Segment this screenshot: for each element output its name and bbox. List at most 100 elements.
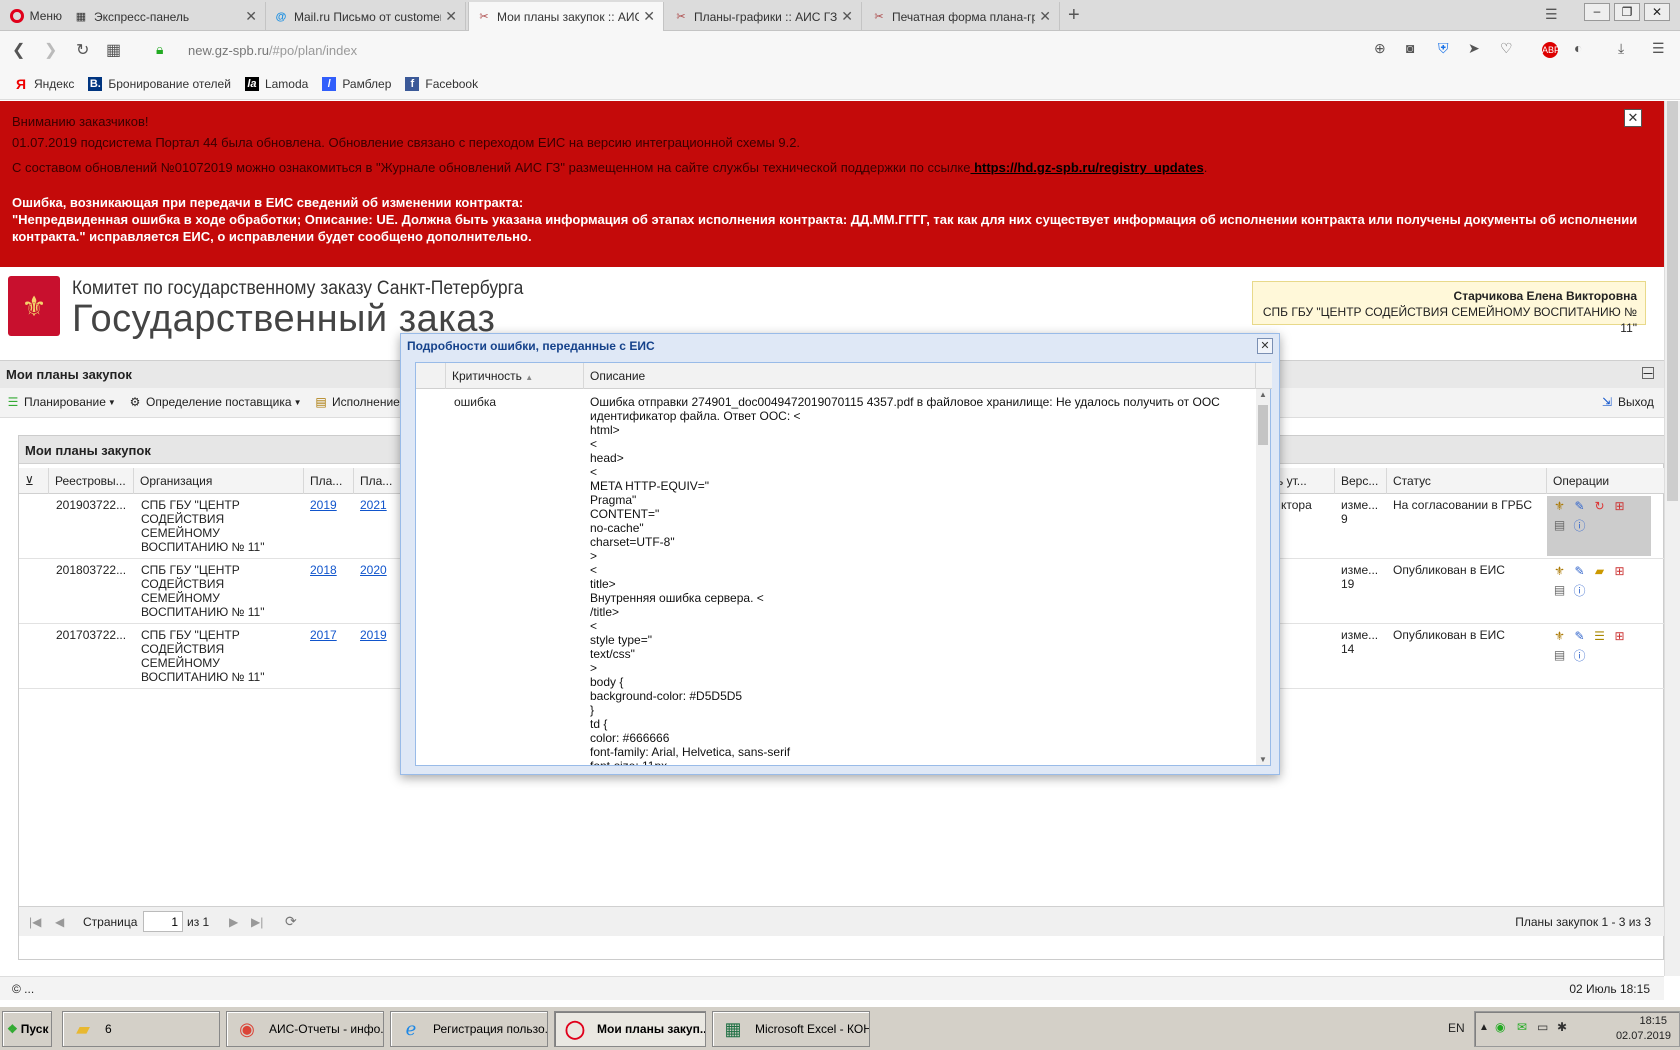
page-scrollbar[interactable] — [1664, 101, 1680, 976]
col-severity[interactable]: Критичность ▲ — [446, 363, 584, 389]
plan-year-link[interactable]: 2018 — [310, 563, 337, 577]
collapse-icon[interactable]: — — [1642, 367, 1654, 379]
bookmark-rambler[interactable]: / Рамблер — [322, 76, 391, 91]
close-icon[interactable]: ✕ — [245, 8, 257, 25]
info-icon[interactable]: ⓘ — [1571, 647, 1588, 663]
mail-icon[interactable]: ✉ — [1517, 1020, 1527, 1034]
antivirus-icon[interactable]: ✱ — [1557, 1020, 1567, 1034]
document-icon[interactable]: ▤ — [1551, 647, 1568, 663]
adblock-icon[interactable]: ABP — [1542, 42, 1560, 58]
scroll-icon[interactable]: ☰ — [1591, 628, 1608, 644]
send-icon[interactable]: ➤ — [1468, 40, 1480, 57]
exit-button[interactable]: ⇲ Выход — [1600, 395, 1654, 409]
download-icon[interactable]: ⤓ — [1618, 40, 1624, 57]
scroll-up-icon[interactable]: ▲ — [1259, 390, 1267, 399]
col-plan-start[interactable]: Пла... — [304, 468, 354, 494]
extension-icon[interactable]: ◐ — [1574, 40, 1582, 56]
task-ie[interactable]: ℯ Регистрация пользо... — [390, 1011, 548, 1047]
info-icon[interactable]: ⓘ — [1571, 517, 1588, 533]
tab-menu-icon[interactable]: ☰ — [1545, 6, 1558, 23]
plan-year-link[interactable]: 2021 — [360, 498, 387, 512]
col-description[interactable]: Описание — [584, 363, 1256, 389]
start-button[interactable]: ❖ Пуск — [2, 1011, 52, 1047]
col-registry[interactable]: Реестровы... — [49, 468, 134, 494]
emblem-icon[interactable]: ⚜ — [1551, 498, 1568, 514]
close-window-icon[interactable]: ✕ — [1644, 3, 1670, 21]
chevron-up-icon[interactable]: ▲ — [1479, 1022, 1489, 1033]
tab-print-form[interactable]: ✂ Печатная форма плана-граф ✕ — [864, 2, 1060, 31]
close-icon[interactable]: ✕ — [643, 8, 655, 25]
add-calendar-icon[interactable]: ⊞ — [1611, 563, 1628, 579]
planning-menu[interactable]: ☰ Планирование ▼ — [6, 395, 116, 409]
reload-icon[interactable]: ↻ — [76, 40, 89, 60]
minimize-icon[interactable]: – — [1584, 3, 1610, 21]
plan-year-link[interactable]: 2019 — [360, 628, 387, 642]
close-icon[interactable]: ✕ — [445, 8, 457, 25]
col-operations[interactable]: Операции — [1547, 468, 1665, 494]
bookmark-facebook[interactable]: f Facebook — [405, 76, 478, 91]
tab-mailru[interactable]: @ Mail.ru Письмо от customerc ✕ — [266, 2, 466, 31]
zoom-icon[interactable]: ⊕ — [1374, 40, 1386, 57]
task-explorer[interactable]: ▰ 6 — [62, 1011, 220, 1047]
edit-icon[interactable]: ✎ — [1571, 563, 1588, 579]
close-icon[interactable]: ✕ — [1039, 8, 1051, 25]
folder-icon[interactable]: ▰ — [1591, 563, 1608, 579]
task-excel[interactable]: ▦ Microsoft Excel - КОН... — [712, 1011, 870, 1047]
first-page-icon[interactable]: |◀ — [29, 915, 41, 929]
filter-icon[interactable]: ⊻ — [19, 468, 49, 494]
bookmark-lamoda[interactable]: la Lamoda — [244, 76, 308, 91]
prev-page-icon[interactable]: ◀ — [55, 915, 64, 929]
camera-icon[interactable]: ◙ — [1406, 40, 1414, 56]
task-chrome[interactable]: ◉ АИС-Отчеты - инфо... — [226, 1011, 384, 1047]
task-opera[interactable]: ◯ Мои планы закуп... — [554, 1011, 706, 1047]
opera-menu-button[interactable]: Меню — [0, 0, 62, 31]
tab-my-plans[interactable]: ✂ Мои планы закупок :: АИС Г ✕ — [468, 2, 664, 31]
language-indicator[interactable]: EN — [1448, 1021, 1465, 1035]
document-icon[interactable]: ▤ — [1551, 517, 1568, 533]
forward-icon[interactable]: ❯ — [44, 40, 57, 60]
maximize-icon[interactable]: ❐ — [1614, 3, 1640, 21]
plan-year-link[interactable]: 2020 — [360, 563, 387, 577]
bookmark-booking[interactable]: B. Бронирование отелей — [88, 76, 231, 91]
monitor-icon[interactable]: ▭ — [1537, 1020, 1548, 1034]
col-plan-end[interactable]: Пла... — [354, 468, 404, 494]
info-icon[interactable]: ⓘ — [1571, 582, 1588, 598]
tabs-grid-icon[interactable]: ▦ — [106, 40, 121, 60]
tab-express-panel[interactable]: ▦ Экспресс-панель ✕ — [66, 2, 266, 31]
supplier-menu[interactable]: ⚙ Определение поставщика ▼ — [128, 395, 302, 409]
back-icon[interactable]: ❮ — [12, 40, 25, 60]
close-icon[interactable]: ✕ — [1624, 109, 1642, 127]
dialog-scrollbar[interactable]: ▲ ▼ — [1256, 389, 1270, 765]
emblem-icon[interactable]: ⚜ — [1551, 563, 1568, 579]
document-icon[interactable]: ▤ — [1551, 582, 1568, 598]
emblem-icon[interactable]: ⚜ — [1551, 628, 1568, 644]
plan-year-link[interactable]: 2019 — [310, 498, 337, 512]
edit-icon[interactable]: ✎ — [1571, 628, 1588, 644]
close-icon[interactable]: ✕ — [1257, 338, 1273, 354]
settings-icon[interactable]: ☰ — [1652, 40, 1665, 57]
new-tab-icon[interactable]: + — [1068, 4, 1080, 27]
bookmark-yandex[interactable]: Я Яндекс — [14, 76, 74, 92]
col-status[interactable]: Статус — [1387, 468, 1547, 494]
plan-year-link[interactable]: 2017 — [310, 628, 337, 642]
col-organization[interactable]: Организация — [134, 468, 304, 494]
scroll-down-icon[interactable]: ▼ — [1259, 755, 1267, 764]
col-version[interactable]: Верс... — [1335, 468, 1387, 494]
page-number-input[interactable] — [143, 911, 183, 932]
heart-icon[interactable]: ♡ — [1500, 40, 1513, 57]
dialog-row[interactable]: ошибка Ошибка отправки 274901_doc0049472… — [416, 389, 1256, 765]
edit-icon[interactable]: ✎ — [1571, 498, 1588, 514]
url-field[interactable]: new.gz-spb.ru/#po/plan/index — [188, 37, 1388, 63]
add-calendar-icon[interactable]: ⊞ — [1611, 498, 1628, 514]
tab-plans-schedules[interactable]: ✂ Планы-графики :: АИС ГЗ ✕ — [666, 2, 862, 31]
last-page-icon[interactable]: ▶| — [251, 915, 263, 929]
refresh-icon[interactable]: ⟳ — [285, 913, 297, 930]
close-icon[interactable]: ✕ — [841, 8, 853, 25]
add-calendar-icon[interactable]: ⊞ — [1611, 628, 1628, 644]
next-page-icon[interactable]: ▶ — [229, 915, 238, 929]
whatsapp-icon[interactable]: ◉ — [1495, 1020, 1505, 1034]
registry-updates-link[interactable]: https://hd.gz-spb.ru/registry_updates — [970, 160, 1204, 175]
col-approver[interactable]: ь ут... — [1271, 468, 1335, 494]
shield-icon[interactable]: ⛨ — [1438, 40, 1449, 57]
history-icon[interactable]: ↻ — [1591, 498, 1608, 514]
